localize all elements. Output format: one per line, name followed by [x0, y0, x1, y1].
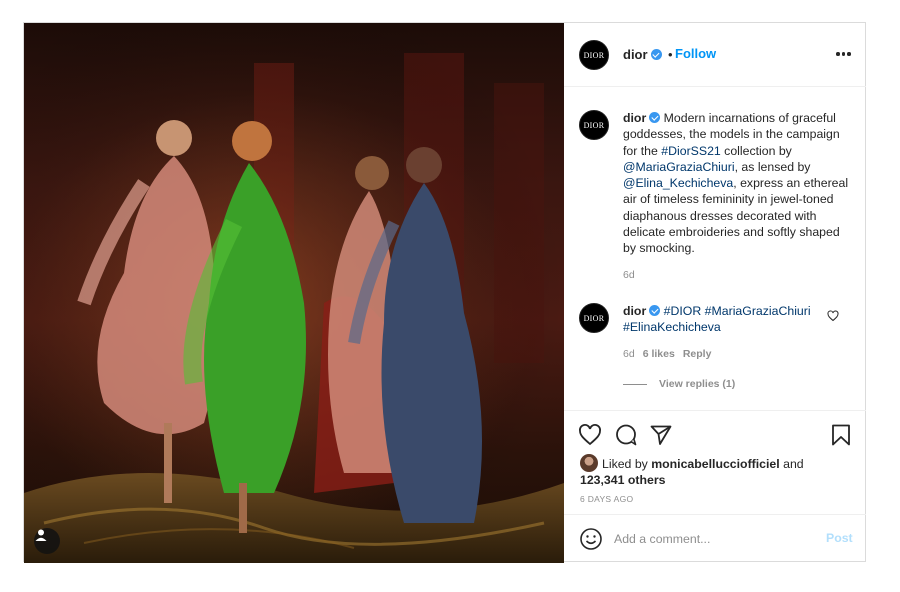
caption-mention[interactable]: @MariaGraziaChiuri — [623, 160, 735, 174]
account-username[interactable]: dior — [623, 47, 662, 62]
comment-hashtag[interactable]: #DIOR — [664, 304, 702, 318]
user-tag-icon[interactable] — [34, 528, 60, 554]
reply-button[interactable]: Reply — [683, 348, 712, 360]
caption-mention[interactable]: @Elina_Kechicheva — [623, 176, 733, 190]
view-replies-button[interactable]: View replies (1) — [623, 378, 735, 390]
bookmark-icon[interactable] — [829, 423, 853, 452]
liker-avatar[interactable] — [580, 454, 598, 472]
caption-hashtag[interactable]: #DiorSS21 — [661, 144, 720, 158]
verified-badge-icon — [649, 112, 661, 123]
comments-section: DIOR dior Modern incarnations of gracefu… — [564, 88, 866, 410]
caption-text-part: , as lensed by — [734, 159, 811, 174]
photo-illustration — [24, 23, 564, 563]
caption-username[interactable]: dior — [623, 111, 646, 125]
add-comment-bar: Post — [564, 514, 866, 563]
comment-meta: 6d 6 likes Reply — [623, 348, 711, 360]
follow-button[interactable]: Follow — [675, 46, 716, 61]
caption-text: dior Modern incarnations of graceful god… — [623, 110, 853, 257]
share-icon[interactable] — [649, 423, 673, 452]
likes-others[interactable]: 123,341 others — [580, 473, 665, 487]
post-comment-button[interactable]: Post — [826, 531, 853, 545]
caption-time[interactable]: 6d — [623, 269, 635, 281]
account-avatar[interactable]: DIOR — [579, 40, 609, 70]
comment-avatar[interactable]: DIOR — [579, 303, 609, 333]
comment-time[interactable]: 6d — [623, 348, 635, 360]
likes-summary: Liked by monicabellucciofficiel and 123,… — [580, 454, 840, 489]
caption-text-part: collection by — [720, 143, 792, 158]
post-timestamp[interactable]: 6 DAYS AGO — [580, 494, 633, 504]
comment-icon[interactable] — [614, 423, 638, 452]
comment-hashtag[interactable]: #ElinaKechicheva — [623, 320, 721, 334]
comment-username[interactable]: dior — [623, 304, 646, 318]
post-photo[interactable] — [24, 23, 564, 563]
verified-badge-icon — [649, 305, 661, 316]
view-replies-line — [623, 383, 647, 385]
emoji-icon[interactable] — [579, 527, 603, 556]
post-sidebar: DIOR dior • Follow DIOR dior Modern inca… — [564, 23, 866, 563]
more-options-icon[interactable] — [836, 52, 851, 56]
likes-prefix: Liked by — [602, 457, 652, 471]
liker-username[interactable]: monicabellucciofficiel — [651, 457, 779, 471]
heart-icon[interactable] — [578, 423, 602, 452]
comment-text: dior #DIOR #MariaGraziaChiuri #ElinaKech… — [623, 303, 823, 336]
comment-input[interactable] — [614, 529, 814, 549]
caption-avatar[interactable]: DIOR — [579, 110, 609, 140]
likes-and: and — [779, 457, 804, 471]
verified-badge-icon — [650, 49, 662, 60]
post-actions: Liked by monicabellucciofficiel and 123,… — [564, 410, 866, 510]
instagram-post: DIOR dior • Follow DIOR dior Modern inca… — [23, 22, 866, 563]
view-replies-label: View replies (1) — [659, 378, 736, 390]
comment-likes[interactable]: 6 likes — [643, 348, 675, 360]
comment-hashtag[interactable]: #MariaGraziaChiuri — [705, 304, 811, 318]
comment-like-icon[interactable] — [827, 309, 839, 327]
header-separator: • — [668, 47, 673, 62]
post-header: DIOR dior • Follow — [564, 23, 866, 87]
account-username-text[interactable]: dior — [623, 47, 648, 62]
